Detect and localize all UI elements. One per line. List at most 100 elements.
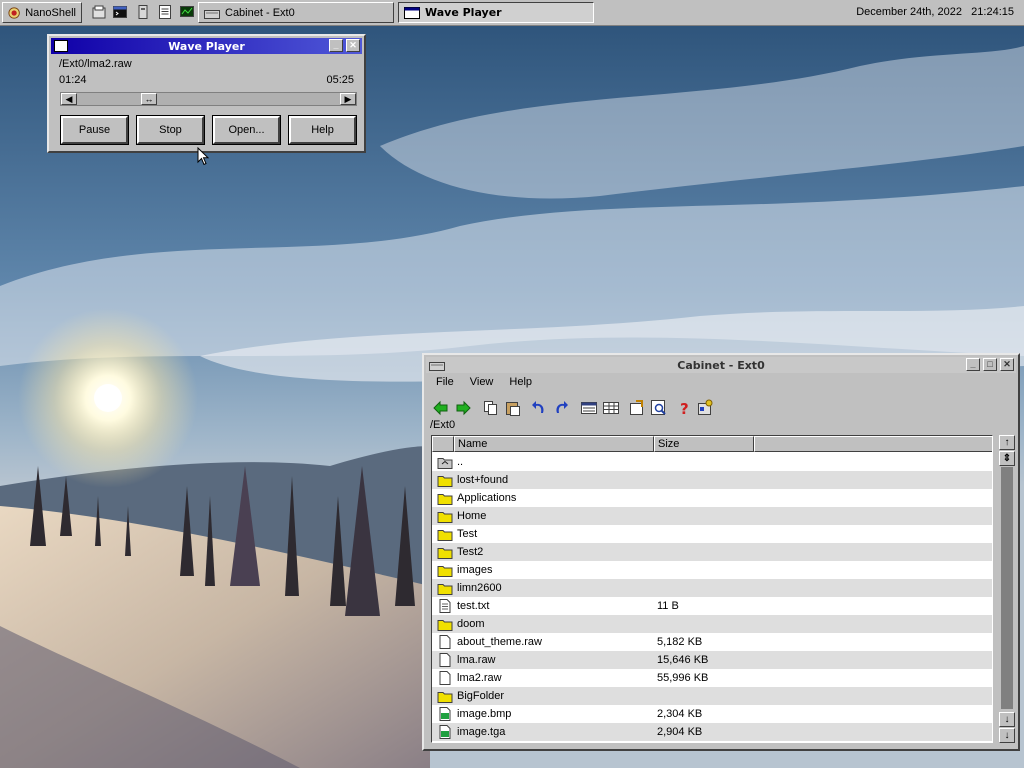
cabinet-icon [204,9,220,19]
cabinet-titlebar[interactable]: Cabinet - Ext0 _ □ ✕ [426,357,1016,373]
close-button[interactable]: ✕ [346,39,360,52]
start-button[interactable]: NanoShell [2,2,82,23]
file-row[interactable]: image.tga 2,904 KB [432,723,992,741]
scroll-thumb[interactable]: ⇕ [999,451,1015,466]
properties-icon[interactable] [628,399,646,417]
task-cabinet[interactable]: Cabinet - Ext0 [198,2,394,23]
folder-icon [437,476,453,487]
stop-button[interactable]: Stop [136,115,205,145]
view-details-icon[interactable] [602,399,620,417]
arrow-right-icon: ▶ [344,94,352,104]
maximize-button[interactable]: □ [983,358,997,371]
file-name: lma2.raw [457,672,502,684]
scroll-track[interactable] [1001,467,1013,709]
settings-icon[interactable] [696,399,714,417]
close-icon: ✕ [349,40,357,50]
menu-help[interactable]: Help [501,375,540,391]
file-row[interactable]: lma2.raw 55,996 KB [432,669,992,687]
menu-file[interactable]: File [428,375,462,391]
help-button[interactable]: Help [288,115,357,145]
monitor-icon[interactable] [180,5,194,19]
file-row[interactable]: BigFolder [432,687,992,705]
task-wave-player-label: Wave Player [425,6,502,19]
column-extra[interactable] [754,436,992,452]
open-button[interactable]: Open... [212,115,281,145]
column-icon[interactable] [432,436,454,452]
file-size: 5,182 KB [657,636,703,648]
window-menu-icon[interactable] [54,40,68,52]
arrow-down-icon: ↓ [1004,714,1010,725]
file-icon [439,653,451,667]
file-row[interactable]: limn2600 [432,579,992,597]
wave-player-titlebar[interactable]: Wave Player _ ✕ [51,38,362,54]
device-icon[interactable] [136,5,150,19]
search-icon[interactable] [650,399,668,417]
task-wave-player[interactable]: Wave Player [398,2,594,23]
clock-time: 21:24:15 [971,6,1014,18]
close-button[interactable]: ✕ [1000,358,1014,371]
file-size: 15,646 KB [657,654,709,666]
drag-handle-icon: ⇕ [1002,453,1012,464]
notepad-icon[interactable] [158,5,172,19]
column-name[interactable]: Name [454,436,654,452]
file-row[interactable]: Test2 [432,543,992,561]
file-size: 11 B [657,600,679,612]
column-size[interactable]: Size [654,436,754,452]
seek-bar[interactable]: ◀ ↔ ▶ [60,92,357,106]
file-icon [439,635,451,649]
minimize-icon: _ [333,40,339,50]
file-row[interactable]: Applications [432,489,992,507]
undo-icon[interactable] [530,399,548,417]
terminal-icon[interactable] [113,5,127,19]
seek-right-button[interactable]: ▶ [340,93,356,105]
scroll-top-button[interactable]: ↑ [999,435,1015,450]
folder-icon [437,512,453,523]
minimize-button[interactable]: _ [329,39,343,52]
scroll-bottom-button[interactable]: ↓ [999,728,1015,743]
folder-icon [437,548,453,559]
file-row[interactable]: image.bmp 2,304 KB [432,705,992,723]
file-name: test.txt [457,600,490,612]
help-icon[interactable]: ? [676,399,694,417]
redo-icon[interactable] [552,399,570,417]
position-time: 01:24 [59,74,87,86]
seek-thumb[interactable]: ↔ [141,93,157,105]
clock-date: December 24th, 2022 [856,6,962,18]
cabinet-window-icon[interactable] [429,359,445,371]
file-name: .. [457,456,464,468]
wave-player-window: Wave Player _ ✕ /Ext0/lma2.raw 01:24 05:… [47,34,366,153]
arrow-left-icon: ◀ [65,94,73,104]
file-list[interactable]: Name Size .. lost+found Applications Home Te… [431,435,993,743]
seek-left-button[interactable]: ◀ [61,93,77,105]
file-row[interactable]: .. [432,453,992,471]
file-size: 2,304 KB [657,708,703,720]
file-row[interactable]: test.txt 11 B [432,597,992,615]
forward-icon[interactable] [454,399,472,417]
file-row[interactable]: about_theme.raw 5,182 KB [432,633,992,651]
copy-icon[interactable] [482,399,500,417]
file-name: Home [457,510,487,522]
file-row[interactable]: Test [432,525,992,543]
menu-view[interactable]: View [462,375,502,391]
file-row[interactable]: lma.raw 15,646 KB [432,651,992,669]
arrow-up-icon: ↑ [1004,437,1010,448]
file-name: BigFolder [457,690,505,702]
parent-folder-icon [437,458,453,469]
vertical-scrollbar[interactable]: ↑ ⇕ ↓ ↓ [998,435,1016,743]
file-name: lma.raw [457,654,496,666]
back-icon[interactable] [432,399,450,417]
file-size: 55,996 KB [657,672,709,684]
close-icon: ✕ [1003,359,1011,369]
scroll-down-button[interactable]: ↓ [999,712,1015,727]
drag-handle-icon: ↔ [144,94,154,104]
paste-icon[interactable] [504,399,522,417]
file-row[interactable]: doom [432,615,992,633]
minimize-button[interactable]: _ [966,358,980,371]
file-row[interactable]: images [432,561,992,579]
pause-button[interactable]: Pause [60,115,129,145]
cabinet-title: Cabinet - Ext0 [677,358,765,372]
file-row[interactable]: Home [432,507,992,525]
files-icon[interactable] [92,5,106,19]
view-list-icon[interactable] [580,399,598,417]
file-row[interactable]: lost+found [432,471,992,489]
